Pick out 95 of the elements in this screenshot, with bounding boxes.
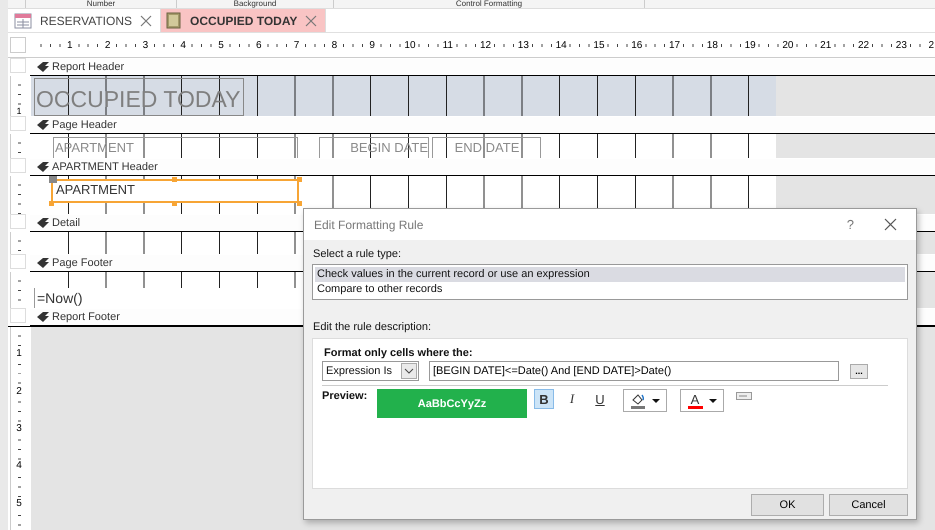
resize-handle[interactable] bbox=[172, 177, 177, 182]
ruler-number: 5 bbox=[16, 498, 22, 509]
ribbon-group-label: Background bbox=[177, 0, 334, 8]
section-title: Report Footer bbox=[52, 311, 120, 323]
ruler-number: 16 bbox=[630, 40, 644, 50]
section-marker-icon bbox=[36, 217, 49, 229]
list-item[interactable]: Compare to other records bbox=[315, 282, 905, 297]
ruler-number: 15 bbox=[592, 40, 606, 50]
underline-button[interactable]: U bbox=[590, 389, 610, 409]
condition-label: Format only cells where the: bbox=[323, 347, 474, 359]
caret-icon bbox=[401, 363, 417, 379]
dialog-title: Edit Formatting Rule bbox=[314, 218, 424, 232]
help-button[interactable]: ? bbox=[842, 217, 858, 232]
ruler-number: 14 bbox=[554, 40, 568, 50]
ruler-number: 7 bbox=[292, 40, 300, 50]
font-color-button[interactable]: A bbox=[680, 389, 724, 412]
section-title: Report Header bbox=[52, 61, 124, 73]
section-title: APARTMENT Header bbox=[52, 161, 158, 173]
enable-toggle-icon[interactable] bbox=[736, 392, 752, 400]
ruler-number: 1 bbox=[16, 106, 22, 116]
ruler-number: 20 bbox=[781, 40, 794, 50]
ruler-corner[interactable] bbox=[10, 37, 26, 53]
close-icon[interactable] bbox=[140, 14, 152, 26]
section-bar[interactable]: Report Header bbox=[30, 59, 935, 76]
ruler-number: 13 bbox=[516, 40, 530, 50]
ruler-number: 11 bbox=[442, 40, 454, 50]
ruler-segment bbox=[10, 254, 26, 269]
ruler-segment bbox=[10, 158, 26, 173]
tab-label: RESERVATIONS bbox=[40, 14, 132, 28]
text-box[interactable]: APARTMENT bbox=[51, 179, 299, 203]
ruler-number: 2 bbox=[927, 40, 935, 50]
dialog-button[interactable]: Cancel bbox=[829, 494, 908, 516]
section-title: Page Header bbox=[52, 119, 117, 131]
tab-label: OCCUPIED TODAY bbox=[190, 14, 298, 28]
resize-handle[interactable] bbox=[49, 201, 54, 206]
ruler-number: 18 bbox=[706, 40, 719, 50]
bold-button[interactable]: B bbox=[534, 389, 554, 409]
section-marker-icon bbox=[36, 61, 49, 73]
condition-dropdown[interactable]: Expression Is bbox=[322, 361, 419, 381]
resize-handle[interactable] bbox=[297, 177, 302, 182]
section-marker-icon bbox=[36, 257, 49, 269]
section-bar[interactable]: Page Header bbox=[30, 117, 935, 134]
ruler-number: 2 bbox=[16, 386, 22, 397]
dialog-button[interactable]: OK bbox=[751, 494, 824, 516]
ruler-number: 3 bbox=[142, 40, 150, 50]
ruler-number: 2 bbox=[104, 40, 112, 50]
ruler-segment bbox=[10, 214, 26, 229]
ribbon-group-label: Control Formatting bbox=[334, 0, 645, 8]
section-title: Page Footer bbox=[52, 257, 113, 269]
ruler-number: 10 bbox=[403, 40, 417, 50]
ruler-number: 9 bbox=[368, 40, 376, 50]
expression-field[interactable]: [BEGIN DATE]<=Date() And [END DATE]>Date() bbox=[429, 361, 839, 381]
section-marker-icon bbox=[36, 311, 49, 323]
document-tab[interactable]: OCCUPIED TODAY bbox=[161, 9, 326, 32]
section-label: Select a rule type: bbox=[312, 248, 402, 260]
ruler-number: 21 bbox=[819, 40, 832, 50]
ruler-number: 5 bbox=[217, 40, 225, 50]
ribbon-group-label: Number bbox=[25, 0, 177, 8]
section-bar[interactable]: APARTMENT Header bbox=[30, 159, 935, 176]
ruler-number: 19 bbox=[744, 40, 757, 50]
ruler-number: 3 bbox=[16, 422, 22, 434]
ruler-number: 12 bbox=[479, 40, 492, 50]
caret-icon bbox=[652, 398, 660, 402]
ruler-number: 22 bbox=[856, 40, 870, 50]
section-label: Edit the rule description: bbox=[312, 321, 432, 333]
resize-handle[interactable] bbox=[172, 201, 177, 206]
builder-button[interactable]: ... bbox=[850, 364, 868, 378]
color-bar bbox=[688, 406, 702, 408]
section-title: Detail bbox=[52, 217, 80, 229]
ruler-number: 4 bbox=[179, 40, 187, 50]
table-icon bbox=[14, 12, 32, 28]
ruler-number: 6 bbox=[255, 40, 263, 50]
resize-handle[interactable] bbox=[297, 201, 302, 206]
font-color-letter: A bbox=[690, 392, 700, 406]
ruler-segment bbox=[10, 308, 26, 323]
ruler-number: 1 bbox=[66, 40, 74, 50]
report-icon bbox=[165, 12, 182, 29]
ruler-number: 17 bbox=[668, 40, 682, 50]
ruler-number: 8 bbox=[330, 40, 338, 50]
ruler-number: 23 bbox=[894, 40, 908, 50]
italic-button[interactable]: I bbox=[562, 389, 582, 409]
section-marker-icon bbox=[36, 161, 49, 173]
ruler-number: 4 bbox=[16, 460, 22, 472]
ruler-segment bbox=[10, 58, 26, 73]
section-marker-icon bbox=[36, 119, 49, 131]
close-icon[interactable] bbox=[884, 218, 897, 231]
paint-bucket-icon bbox=[630, 392, 646, 409]
document-tab[interactable]: RESERVATIONS bbox=[10, 9, 162, 32]
ruler-segment bbox=[10, 116, 26, 131]
preview-label: Preview: bbox=[322, 389, 368, 402]
resize-handle[interactable] bbox=[49, 176, 57, 183]
caret-icon bbox=[708, 398, 716, 402]
preview-sample: AaBbCcYyZz bbox=[377, 389, 527, 418]
list-item[interactable]: Check values in the current record or use an expression bbox=[315, 267, 905, 282]
fill-color-button[interactable] bbox=[623, 389, 667, 412]
